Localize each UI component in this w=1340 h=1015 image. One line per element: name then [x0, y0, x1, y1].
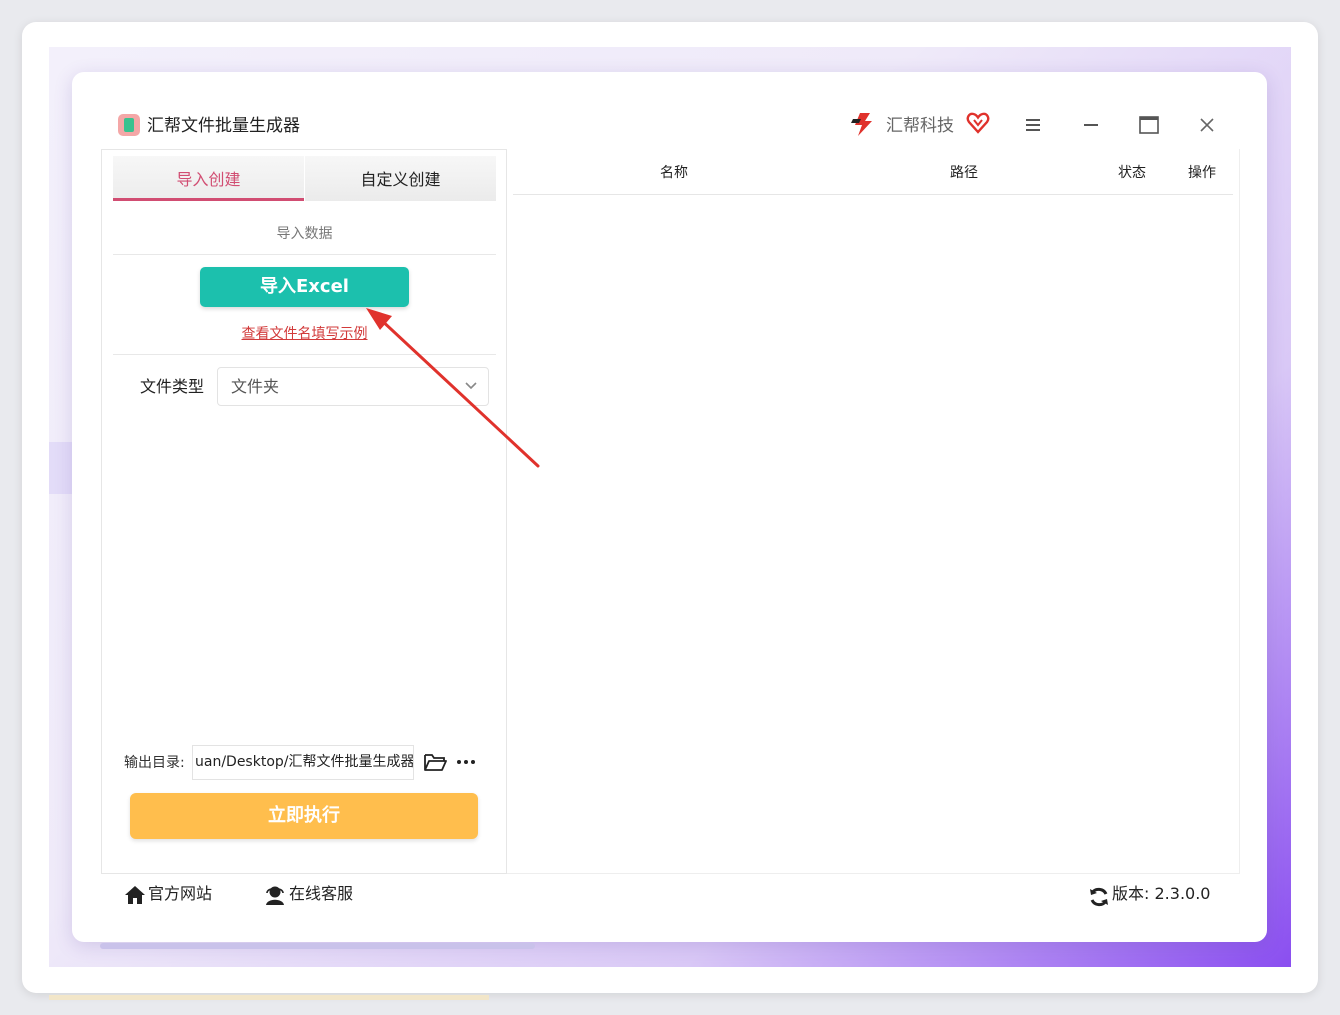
brand-logo-icon: [851, 113, 872, 136]
window-shadow-strip: [100, 943, 535, 949]
vip-heart-icon[interactable]: [966, 111, 990, 135]
home-icon[interactable]: [124, 884, 146, 906]
version-label: 版本: 2.3.0.0: [1112, 882, 1210, 906]
close-icon: [1200, 118, 1214, 132]
filename-example-link[interactable]: 查看文件名填写示例: [113, 322, 496, 346]
more-icon[interactable]: [455, 757, 477, 767]
close-button[interactable]: [1194, 112, 1220, 138]
tab-import-create[interactable]: 导入创建: [113, 156, 304, 201]
app-logo-icon: [118, 114, 140, 136]
output-dir-label: 输出目录:: [124, 755, 185, 771]
refresh-icon[interactable]: [1088, 886, 1110, 908]
version-number: 2.3.0.0: [1154, 884, 1211, 903]
column-header-status: 状态: [1118, 165, 1146, 181]
import-section-title: 导入数据: [276, 226, 333, 242]
online-support-link[interactable]: 在线客服: [289, 882, 353, 906]
file-type-label: 文件类型: [140, 377, 205, 396]
table-header-divider: [513, 194, 1233, 195]
app-title: 汇帮文件批量生成器: [147, 116, 300, 136]
support-icon[interactable]: [264, 884, 286, 906]
backdrop-strip: [49, 995, 489, 1000]
minimize-button[interactable]: [1078, 112, 1104, 138]
import-excel-button[interactable]: 导入Excel: [200, 267, 409, 307]
divider: [113, 354, 496, 355]
column-header-action: 操作: [1188, 165, 1216, 181]
version-prefix: 版本:: [1112, 884, 1150, 903]
chevron-down-icon: [465, 382, 477, 390]
divider: [113, 254, 496, 255]
maximize-icon: [1139, 116, 1159, 134]
tab-custom-create[interactable]: 自定义创建: [305, 156, 496, 201]
brand-name: 汇帮科技: [886, 116, 954, 136]
minimize-icon: [1084, 124, 1098, 126]
active-tab-indicator: [113, 198, 304, 201]
menu-button[interactable]: [1020, 112, 1046, 138]
maximize-button[interactable]: [1136, 112, 1162, 138]
file-type-value: 文件夹: [231, 377, 280, 396]
folder-icon[interactable]: [423, 751, 447, 773]
file-type-select[interactable]: 文件夹: [217, 367, 489, 406]
output-dir-input[interactable]: uan/Desktop/汇帮文件批量生成器: [192, 745, 414, 780]
column-header-name: 名称: [660, 165, 688, 181]
execute-button[interactable]: 立即执行: [130, 793, 478, 839]
column-header-path: 路径: [950, 165, 978, 181]
official-website-link[interactable]: 官方网站: [148, 882, 212, 906]
menu-icon: [1026, 119, 1040, 131]
backdrop-strip: [49, 442, 73, 494]
file-list-panel: [507, 149, 1240, 874]
